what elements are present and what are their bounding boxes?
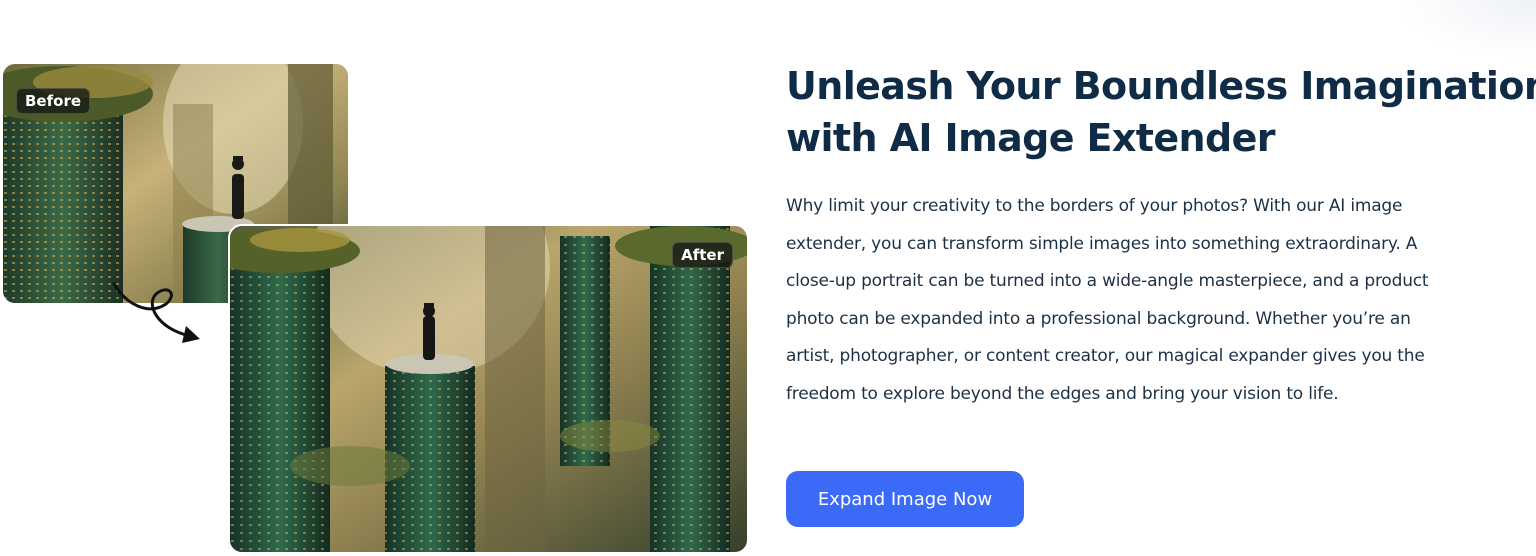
description-line: extender, you can transform simple image… [786,233,1418,254]
description-line: photo can be expanded into a professiona… [786,308,1411,329]
section-title-line-1: Unleash Your Boundless Imagination [786,64,1536,108]
section-title: Unleash Your Boundless Imagination with … [786,60,1536,164]
curly-arrow-icon [112,282,200,343]
after-tag: After [672,242,733,268]
corner-decoration [1396,0,1536,60]
expand-image-now-button[interactable]: Expand Image Now [786,471,1024,527]
description-line: freedom to explore beyond the edges and … [786,383,1339,404]
description-line: artist, photographer, or content creator… [786,346,1425,366]
image-extender-section: Before After Unleash Your Boundless Imag… [0,0,1536,556]
after-image: After [230,226,747,552]
section-title-line-2: with AI Image Extender [786,116,1276,160]
before-tag: Before [16,88,91,114]
section-description: Why limit your creativity to the borders… [786,188,1536,413]
description-line: close-up portrait can be turned into a w… [786,271,1429,291]
description-line: Why limit your creativity to the borders… [786,196,1403,216]
